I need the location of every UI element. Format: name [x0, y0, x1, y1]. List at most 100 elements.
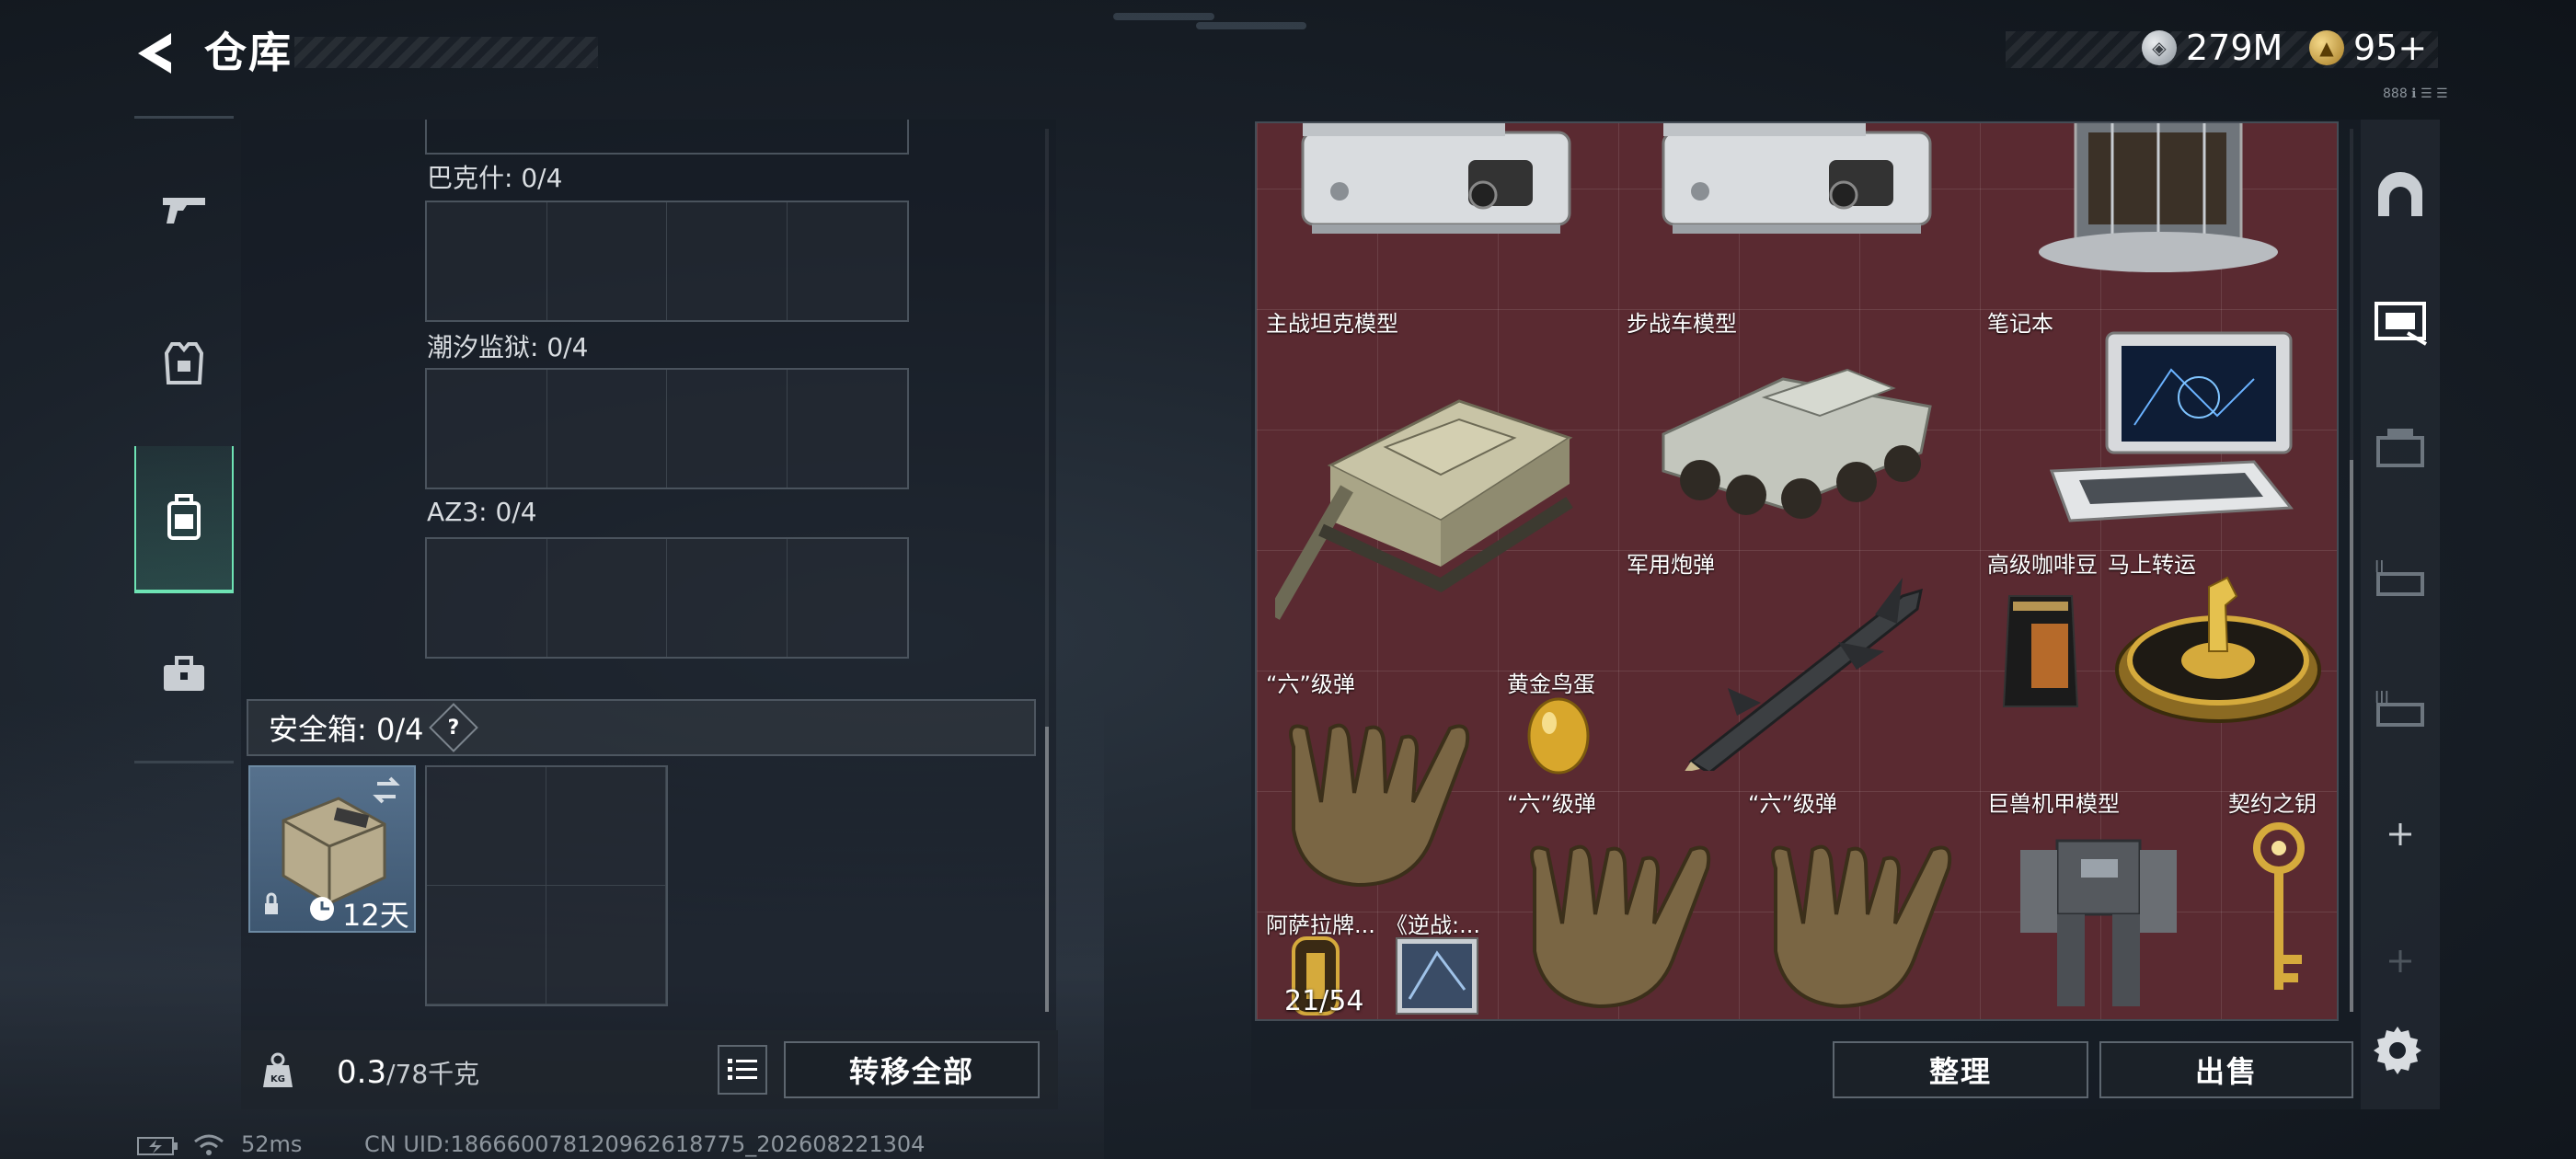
slot-cell[interactable] [427, 539, 547, 657]
slot-cell[interactable] [427, 202, 547, 320]
safe-box-item[interactable]: 12天 [248, 765, 416, 933]
safe-cell[interactable] [427, 767, 546, 886]
stash-grid[interactable]: 主战坦克模型 步战车模型 笔记本 军用炮弹 高级咖啡豆 马上转运 “六”级弹 黄… [1255, 121, 2339, 1021]
stash-item[interactable]: 《逆战:... [1376, 901, 1498, 1019]
weight-icon: KG [263, 1052, 293, 1087]
hand-sign-icon [1289, 723, 1470, 888]
stash-item[interactable] [1617, 123, 1978, 300]
plus-icon [2389, 950, 2411, 972]
stash-box-2-icon: II [2375, 557, 2424, 596]
silver-currency-value: 279M [2186, 28, 2283, 68]
slot-cell[interactable] [667, 539, 788, 657]
safe-cell[interactable] [546, 886, 666, 1004]
weight-current: 0.3 [337, 1054, 387, 1091]
stash-item[interactable] [1257, 123, 1617, 300]
gold-currency-value: 95+ [2353, 28, 2428, 68]
stash-item[interactable]: 契约之钥 [2219, 780, 2337, 1019]
server-device-icon [1301, 123, 1571, 234]
stash-tab-3[interactable] [2361, 386, 2440, 506]
header-tiny-text: 888 ℹ ☰ ☰ [2383, 86, 2448, 101]
item-name: 契约之钥 [2228, 791, 2317, 817]
page-title-wrap: 仓库 [204, 28, 293, 77]
stash-item[interactable]: “六”级弹 [1498, 780, 1739, 1019]
tank-icon [1275, 399, 1573, 620]
stash-tab-home[interactable] [2361, 134, 2440, 254]
stash-item[interactable]: 军用炮弹 [1617, 541, 1978, 782]
slot-grid-3[interactable] [425, 537, 909, 659]
transfer-all-button[interactable]: 转移全部 [784, 1041, 1040, 1098]
stash-item[interactable] [1978, 123, 2337, 300]
book-icon [1396, 937, 1478, 1015]
gold-horse-icon [2115, 576, 2321, 723]
missile-icon [1685, 578, 1923, 771]
hand-sign-icon [1771, 844, 1952, 1009]
safe-cell[interactable] [427, 886, 546, 1004]
stash-item[interactable]: 黄金鸟蛋 [1498, 660, 1617, 780]
slot-cell[interactable] [667, 370, 788, 488]
slot-grid-2[interactable] [425, 368, 909, 489]
gold-currency[interactable]: ▲ 95+ [2309, 28, 2427, 68]
slot-cell[interactable] [547, 370, 667, 488]
slot-cell[interactable] [667, 202, 788, 320]
title-stripe [294, 37, 598, 68]
stash-tab-4[interactable]: II [2361, 515, 2440, 635]
mech-icon [2020, 839, 2177, 1006]
sidebar-item-weapon[interactable] [134, 135, 234, 282]
list-icon [728, 1059, 757, 1080]
stash-item[interactable]: 巨兽机甲模型 [1978, 780, 2219, 1019]
slot-cell[interactable] [547, 539, 667, 657]
sell-button[interactable]: 出售 [2099, 1041, 2353, 1098]
stash-tab-ticket[interactable] [2361, 261, 2440, 381]
loadout-scrollbar-thumb[interactable] [1045, 727, 1049, 1012]
list-view-button[interactable] [718, 1045, 767, 1095]
add-stash-button-disabled[interactable] [2361, 901, 2440, 1021]
stash-box-icon [2376, 429, 2424, 467]
slot-cell[interactable] [427, 370, 547, 488]
vest-icon [164, 342, 204, 384]
ping-text: 52ms [241, 1131, 303, 1157]
backpack-icon [167, 494, 201, 540]
slot-cell[interactable] [788, 539, 908, 657]
gun-icon [163, 198, 205, 224]
slot-cell[interactable] [788, 202, 908, 320]
stash-tab-5[interactable]: III [2361, 646, 2440, 765]
help-button[interactable]: ? [429, 703, 479, 752]
safe-cell[interactable] [546, 767, 666, 886]
slot-label-3: AZ3: 0/4 [427, 497, 537, 527]
plus-icon [2389, 823, 2411, 845]
ifv-icon [1662, 368, 1932, 519]
uid-text: CN UID:18666007812096261877​5_2026082213… [364, 1131, 926, 1157]
sidebar-item-armor[interactable] [134, 290, 234, 437]
partial-slot-grid [425, 120, 909, 155]
back-arrow-icon[interactable] [129, 26, 184, 81]
stash-item[interactable]: “六”级弹 [1739, 780, 1980, 1019]
background-streak [1113, 13, 1214, 20]
safe-box-header: 安全箱: 0/4 ? [247, 699, 1036, 756]
gold-coin-icon: ▲ [2309, 30, 2344, 65]
silver-currency[interactable]: ◈ 279M [2142, 28, 2283, 68]
stash-scrollbar-thumb[interactable] [2350, 460, 2353, 1012]
slot-grid-1[interactable] [425, 201, 909, 322]
stash-item[interactable]: 步战车模型 [1617, 300, 1978, 541]
help-icon: ? [448, 716, 460, 740]
golden-egg-icon [1527, 697, 1590, 775]
item-name: 主战坦克模型 [1266, 311, 1398, 337]
stash-item[interactable]: 高级咖啡豆 [1978, 541, 2099, 721]
weight-icon-box: KG [241, 1034, 315, 1107]
slot-cell[interactable] [547, 202, 667, 320]
settings-gear-icon[interactable] [2370, 1021, 2425, 1076]
stash-item[interactable]: “六”级弹 [1257, 660, 1498, 901]
stash-item[interactable]: 阿萨拉牌... 21/54 [1257, 901, 1376, 1019]
sort-button[interactable]: 整理 [1833, 1041, 2088, 1098]
sidebar-item-backpack[interactable] [134, 446, 234, 593]
sidebar-item-case[interactable] [134, 601, 234, 748]
briefcase-icon [164, 656, 204, 691]
stash-item[interactable]: 马上转运 [2099, 541, 2337, 723]
stash-box-3-icon: III [2375, 688, 2424, 727]
safe-box-grid[interactable] [425, 765, 668, 1006]
add-stash-button[interactable] [2361, 775, 2440, 894]
laptop-icon [2049, 331, 2294, 522]
stash-item[interactable]: 笔记本 [1978, 300, 2337, 541]
slot-cell[interactable] [788, 370, 908, 488]
stash-item[interactable]: 主战坦克模型 [1257, 300, 1617, 660]
